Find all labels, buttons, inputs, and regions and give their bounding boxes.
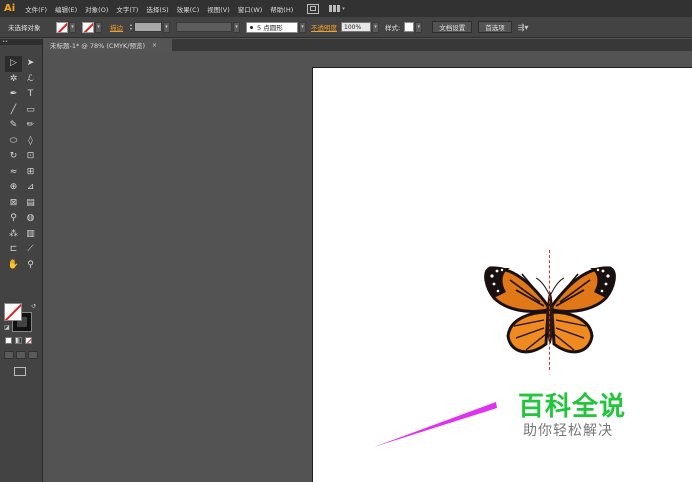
watermark-subtitle: 助你轻松解决 — [523, 423, 613, 439]
watermark-title: 百科全说 — [518, 392, 627, 422]
watermark: 百科全说 助你轻松解决 — [518, 392, 648, 440]
